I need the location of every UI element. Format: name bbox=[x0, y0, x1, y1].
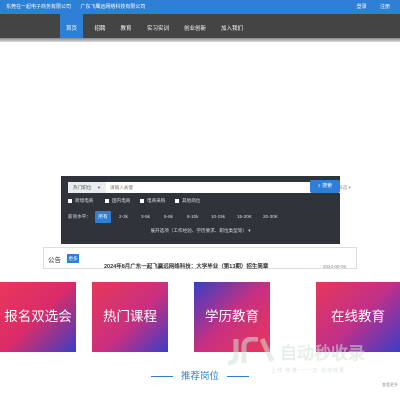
expand-options-label: 展开选项（工作经验、学历要求、职位类型等） bbox=[150, 228, 247, 233]
recommend-title: 推荐岗位 bbox=[180, 371, 219, 382]
corner-link[interactable]: 查看更多 bbox=[382, 382, 398, 388]
filter-toggle[interactable]: 筛选 ▾ bbox=[338, 182, 360, 193]
divider bbox=[151, 375, 174, 377]
checkbox-label: 电商采购 bbox=[147, 198, 166, 203]
salary-option-all[interactable]: 所有 bbox=[95, 211, 111, 223]
register-link[interactable]: 注册 bbox=[380, 4, 390, 10]
banner-job-fair[interactable]: 报名双选会 bbox=[0, 282, 76, 352]
expand-options-link[interactable]: 展开选项（工作经验、学历要求、职位类型等） ▾ bbox=[61, 228, 340, 234]
nav-shadow bbox=[0, 38, 400, 42]
filter-chevron-icon: ▾ bbox=[348, 185, 351, 190]
checkbox-domestic[interactable]: 国内电商 bbox=[105, 198, 130, 204]
watermark-title: 自动秒收录 bbox=[280, 344, 365, 363]
checkbox-label: 国内电商 bbox=[112, 198, 131, 203]
salary-option[interactable]: 10-15k bbox=[211, 211, 225, 223]
salary-label: 薪资水平： bbox=[68, 214, 91, 219]
main-nav: 首页 招聘 教育 实习实训 创业创新 加入我们 bbox=[0, 14, 400, 38]
checkbox-box bbox=[140, 198, 144, 203]
top-bar: 东莞在一起电子商务有限公司 广东飞鹰远网络科技有限公司 登录 注册 bbox=[0, 0, 400, 14]
search-icon: ⌕ bbox=[317, 183, 321, 189]
search-button[interactable]: ⌕ 搜索 bbox=[310, 180, 340, 193]
chevron-down-icon: ▾ bbox=[248, 228, 251, 233]
checkbox-purchasing[interactable]: 电商采购 bbox=[140, 198, 165, 204]
notice-more-button[interactable]: 更多 bbox=[67, 254, 79, 263]
notice-headline[interactable]: 2024年8月广东一起飞赢远网络科技：大学毕业（第13期）招生简章 bbox=[104, 263, 334, 269]
nav-item-startup[interactable]: 创业创新 bbox=[181, 14, 209, 38]
salary-option[interactable]: 20-30K bbox=[263, 211, 278, 223]
nav-item-home[interactable]: 首页 bbox=[60, 14, 83, 38]
watermark-logo bbox=[228, 337, 274, 366]
recommend-heading: 推荐岗位 bbox=[0, 368, 400, 382]
checkbox-label: 其他岗位 bbox=[182, 198, 201, 203]
login-link[interactable]: 登录 bbox=[357, 4, 367, 10]
company-link-2[interactable]: 广东飞鹰远网络科技有限公司 bbox=[80, 4, 145, 10]
checkbox-label: 跨境电商 bbox=[75, 198, 94, 203]
notice-bar: 公告 更多 2024年8月广东一起飞赢远网络科技：大学毕业（第13期）招生简章 … bbox=[43, 247, 357, 269]
nav-item-internship[interactable]: 实习实训 bbox=[144, 14, 172, 38]
search-button-label: 搜索 bbox=[322, 183, 333, 189]
salary-option[interactable]: 3-5k bbox=[141, 211, 150, 223]
notice-label: 公告 bbox=[48, 257, 61, 264]
nav-item-join-us[interactable]: 加入我们 bbox=[218, 14, 246, 38]
job-type-select-value: 热门职位 bbox=[73, 185, 92, 190]
company-link-1[interactable]: 东莞在一起电子商务有限公司 bbox=[6, 4, 71, 10]
checkbox-cross-border[interactable]: 跨境电商 bbox=[68, 198, 93, 204]
notice-date: 2024-08-06 bbox=[322, 264, 346, 269]
search-panel: 热门职位 ▼ 筛选 ▾ 跨境电商 国内电商 电商采购 其他岗位 薪资水平： 所有… bbox=[61, 176, 355, 244]
checkbox-box bbox=[105, 198, 109, 203]
banner-hot-courses[interactable]: 热门课程 bbox=[92, 282, 168, 352]
salary-option[interactable]: 5-8k bbox=[164, 211, 173, 223]
checkbox-box bbox=[68, 198, 72, 203]
nav-item-recruit[interactable]: 招聘 bbox=[90, 14, 110, 38]
checkbox-box bbox=[175, 198, 179, 203]
salary-option[interactable]: 15-20K bbox=[237, 211, 252, 223]
divider bbox=[226, 375, 249, 377]
nav-item-education[interactable]: 教育 bbox=[116, 14, 136, 38]
checkbox-other[interactable]: 其他岗位 bbox=[175, 198, 200, 204]
auth-links: 登录 注册 bbox=[345, 0, 390, 14]
company-links: 东莞在一起电子商务有限公司 广东飞鹰远网络科技有限公司 bbox=[6, 0, 153, 14]
salary-option[interactable]: 2-3k bbox=[119, 211, 128, 223]
job-type-select[interactable]: 热门职位 ▼ bbox=[68, 182, 106, 193]
salary-option[interactable]: 8-10k bbox=[187, 211, 199, 223]
chevron-down-icon: ▼ bbox=[97, 185, 101, 190]
